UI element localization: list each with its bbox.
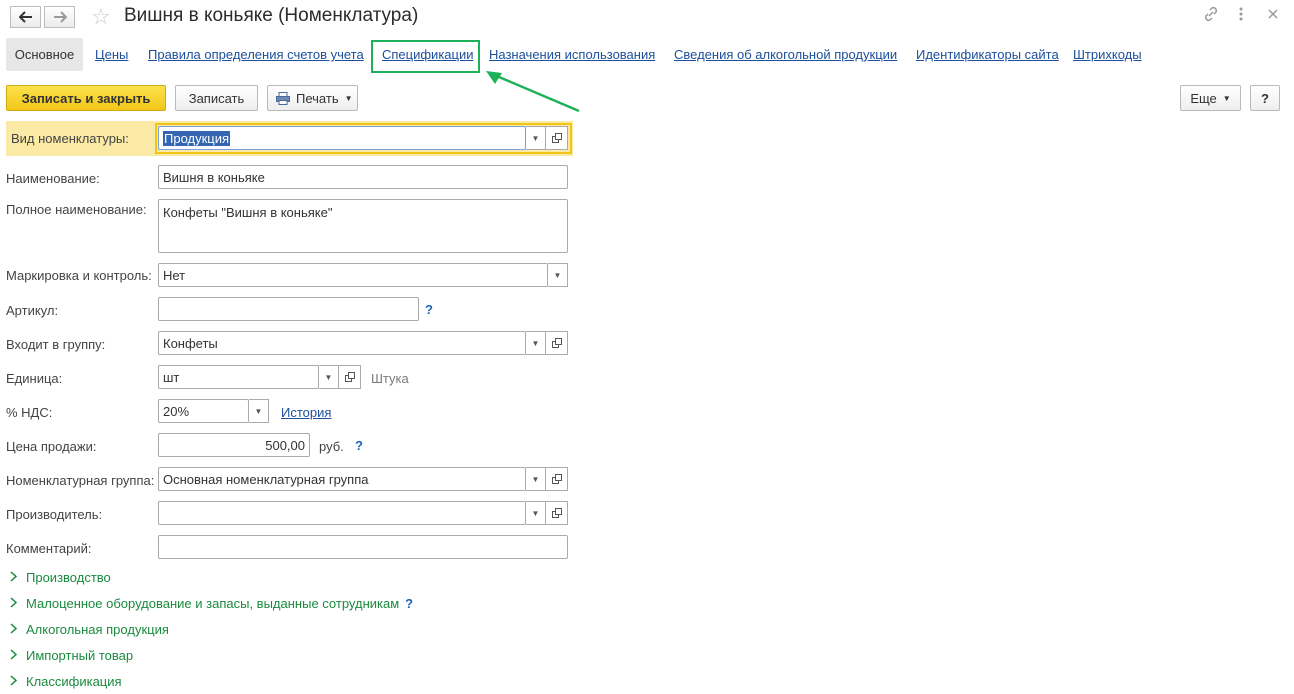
unit-label: Единица: [6, 371, 63, 386]
section-label: Алкогольная продукция [26, 622, 169, 637]
section-help-icon[interactable]: ? [405, 596, 413, 611]
currency-label: руб. [319, 439, 344, 454]
section-alcohol-products[interactable]: Алкогольная продукция [10, 622, 169, 637]
producer-label: Производитель: [6, 507, 103, 522]
vat-history-link[interactable]: История [281, 405, 331, 420]
tab-barcodes[interactable]: Штрихкоды [1073, 47, 1142, 62]
section-classification[interactable]: Классификация [10, 674, 122, 689]
open-window-icon [551, 508, 562, 518]
page-title: Вишня в коньяке (Номенклатура) [124, 5, 419, 26]
help-button[interactable]: ? [1250, 85, 1280, 111]
group-dropdown-button[interactable]: ▼ [526, 331, 546, 355]
marking-select[interactable]: Нет [158, 263, 548, 287]
marking-dropdown-button[interactable]: ▼ [548, 263, 568, 287]
unit-input[interactable]: шт [158, 365, 319, 389]
full-name-label: Полное наименование: [6, 202, 147, 217]
kind-open-button[interactable] [546, 126, 568, 150]
vat-label: % НДС: [6, 405, 53, 420]
chevron-down-icon: ▼ [344, 93, 353, 103]
name-input[interactable]: Вишня в коньяке [158, 165, 568, 189]
print-button[interactable]: Печать ▼ [267, 85, 358, 111]
name-label: Наименование: [6, 171, 100, 186]
tab-usage-purposes[interactable]: Назначения использования [489, 47, 655, 62]
price-input[interactable]: 500,00 [158, 433, 310, 457]
nom-group-input[interactable]: Основная номенклатурная группа [158, 467, 526, 491]
chevron-right-icon [10, 570, 18, 585]
group-label: Входит в группу: [6, 337, 106, 352]
price-help-icon[interactable]: ? [355, 438, 363, 453]
save-button[interactable]: Записать [175, 85, 258, 111]
save-and-close-button[interactable]: Записать и закрыть [6, 85, 166, 111]
kind-dropdown-button[interactable]: ▼ [526, 126, 546, 150]
unit-open-button[interactable] [339, 365, 361, 389]
nom-group-label: Номенклатурная группа: [6, 473, 155, 488]
chevron-right-icon [10, 596, 18, 611]
link-icon[interactable] [1203, 6, 1219, 26]
kind-value: Продукция [163, 130, 231, 146]
printer-icon [276, 91, 290, 105]
nom-group-dropdown-button[interactable]: ▼ [526, 467, 546, 491]
comment-input[interactable] [158, 535, 568, 559]
highlight-frame [371, 40, 480, 73]
tab-account-rules[interactable]: Правила определения счетов учета [148, 47, 364, 62]
more-button[interactable]: Еще ▼ [1180, 85, 1241, 111]
open-window-icon [551, 133, 562, 143]
more-label: Еще [1190, 90, 1217, 106]
arrow-right-icon [53, 11, 67, 23]
section-label: Классификация [26, 674, 122, 689]
nom-group-open-button[interactable] [546, 467, 568, 491]
vat-dropdown-button[interactable]: ▼ [249, 399, 269, 423]
section-imported-goods[interactable]: Импортный товар [10, 648, 133, 663]
close-icon[interactable] [1267, 6, 1279, 26]
section-label: Импортный товар [26, 648, 134, 663]
arrow-left-icon [18, 11, 32, 23]
section-label: Производство [26, 570, 111, 585]
group-input[interactable]: Конфеты [158, 331, 526, 355]
section-low-value-equipment[interactable]: Малоценное оборудование и запасы, выданн… [10, 596, 413, 611]
open-window-icon [551, 338, 562, 348]
price-label: Цена продажи: [6, 439, 97, 454]
chevron-right-icon [10, 648, 18, 663]
producer-dropdown-button[interactable]: ▼ [526, 501, 546, 525]
print-label: Печать [296, 90, 339, 106]
article-help-icon[interactable]: ? [425, 302, 433, 317]
producer-input[interactable] [158, 501, 526, 525]
vat-select[interactable]: 20% [158, 399, 249, 423]
unit-hint: Штука [371, 371, 409, 386]
tab-main[interactable]: Основное [6, 38, 83, 71]
comment-label: Комментарий: [6, 541, 92, 556]
marking-label: Маркировка и контроль: [6, 268, 152, 283]
chevron-right-icon [10, 674, 18, 689]
kind-label: Вид номенклатуры: [11, 131, 129, 146]
more-vertical-icon[interactable] [1238, 6, 1244, 26]
tab-prices[interactable]: Цены [95, 47, 128, 62]
article-label: Артикул: [6, 303, 59, 318]
back-button[interactable] [10, 6, 41, 28]
open-window-icon [344, 372, 355, 382]
tab-alcohol-info[interactable]: Сведения об алкогольной продукции [674, 47, 897, 62]
producer-open-button[interactable] [546, 501, 568, 525]
article-input[interactable] [158, 297, 419, 321]
star-icon[interactable]: ☆ [91, 4, 111, 30]
chevron-right-icon [10, 622, 18, 637]
full-name-textarea[interactable]: Конфеты "Вишня в коньяке" [158, 199, 568, 253]
unit-dropdown-button[interactable]: ▼ [319, 365, 339, 389]
open-window-icon [551, 474, 562, 484]
group-open-button[interactable] [546, 331, 568, 355]
section-production[interactable]: Производство [10, 570, 111, 585]
forward-button[interactable] [44, 6, 75, 28]
kind-input[interactable]: Продукция [158, 126, 526, 150]
tab-site-identifiers[interactable]: Идентификаторы сайта [916, 47, 1059, 62]
annotation-arrow-icon [486, 71, 580, 113]
section-label: Малоценное оборудование и запасы, выданн… [26, 596, 400, 611]
chevron-down-icon: ▼ [1222, 93, 1231, 103]
